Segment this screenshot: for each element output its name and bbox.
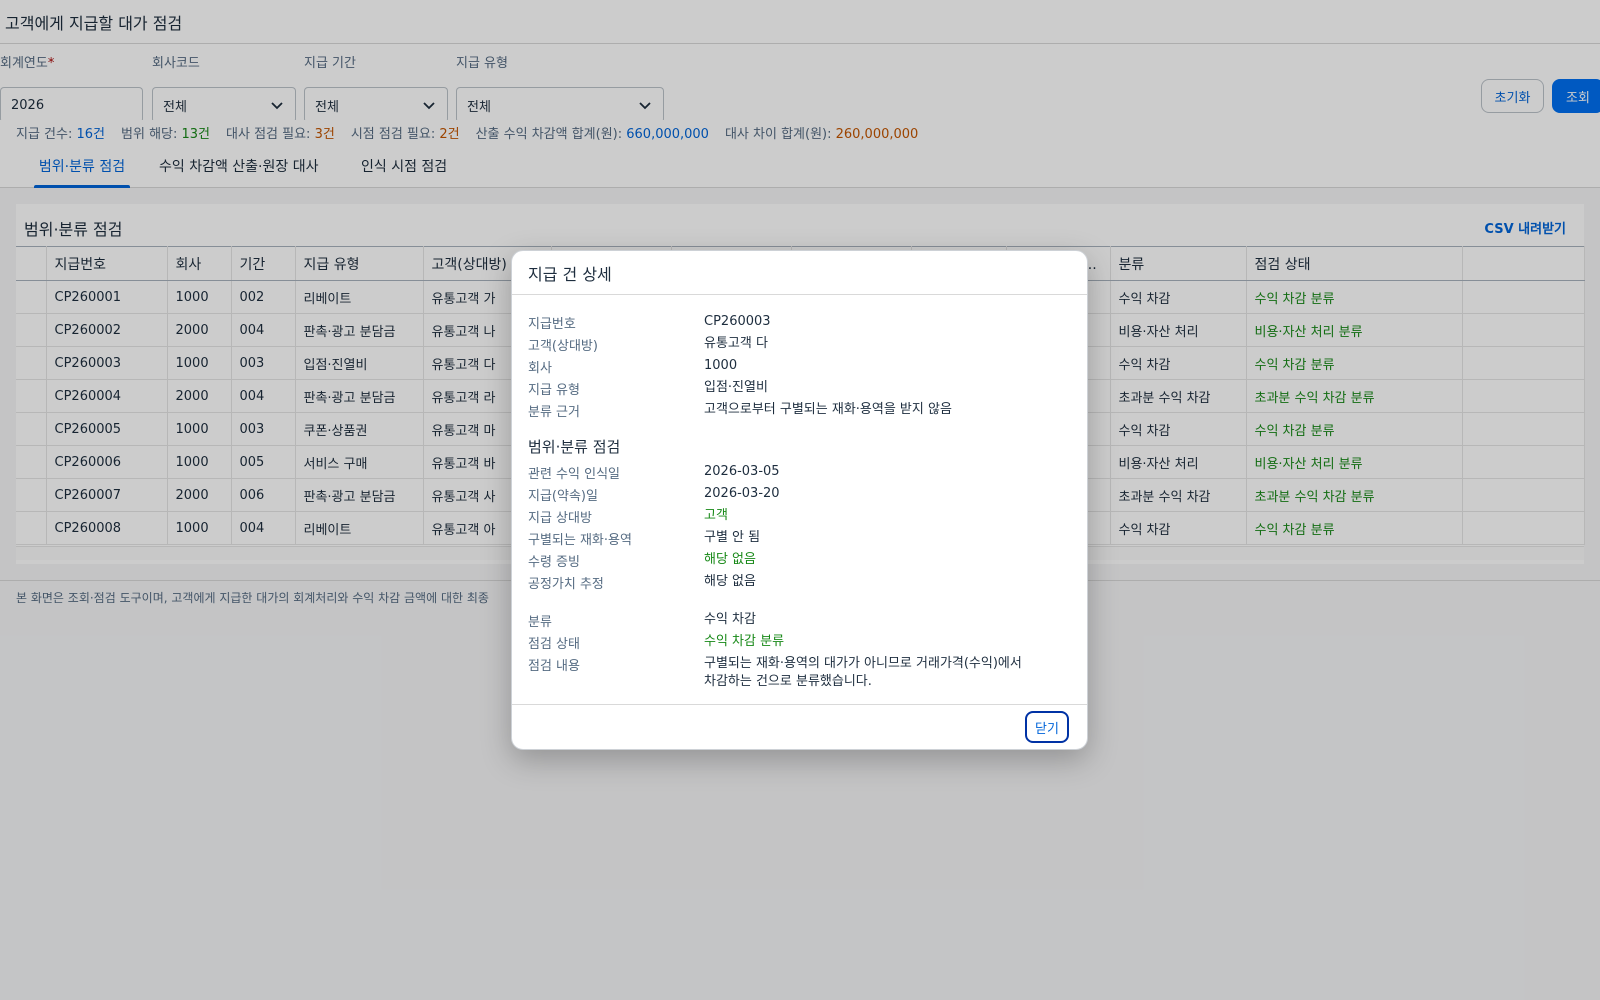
detail-row: 점검 상태 수익 차감 분류 — [528, 634, 785, 652]
section-title: 범위·분류 점검 — [528, 438, 621, 456]
payment-detail-dialog: 지급 건 상세 지급번호 CP260003 고객(상대방) 유통고객 다 회사 100… — [511, 250, 1088, 750]
detail-row: 회사 1000 — [528, 358, 738, 376]
detail-row: 지급(약속)일 2026-03-20 — [528, 486, 780, 504]
detail-row: 지급 유형 입점·진열비 — [528, 380, 768, 398]
close-button[interactable]: 닫기 — [1025, 711, 1069, 743]
dialog-body: 지급번호 CP260003 고객(상대방) 유통고객 다 회사 1000 지급 유형 입… — [512, 296, 1087, 704]
detail-row: 공정가치 추정 해당 없음 — [528, 574, 756, 592]
detail-row: 분류 근거 고객으로부터 구별되는 재화·용역을 받지 않음 — [528, 402, 952, 420]
dialog-footer: 닫기 — [512, 704, 1087, 749]
app-root: 고객에게 지급할 대가 점검 회계연도* 2026 회사코드 전체 지급 기간 … — [0, 0, 1600, 1000]
dialog-title: 지급 건 상세 — [512, 251, 1087, 295]
detail-row: 지급 상대방 고객 — [528, 508, 728, 526]
detail-row: 고객(상대방) 유통고객 다 — [528, 336, 768, 354]
detail-row: 구별되는 재화·용역 구별 안 됨 — [528, 530, 761, 548]
detail-row: 관련 수익 인식일 2026-03-05 — [528, 464, 780, 482]
detail-row: 분류 수익 차감 — [528, 612, 756, 630]
detail-row: 수령 증빙 해당 없음 — [528, 552, 756, 570]
detail-row: 지급번호 CP260003 — [528, 314, 771, 332]
detail-row: 점검 내용 구별되는 재화·용역의 대가가 아니므로 거래가격(수익)에서 차감하… — [528, 656, 1022, 689]
